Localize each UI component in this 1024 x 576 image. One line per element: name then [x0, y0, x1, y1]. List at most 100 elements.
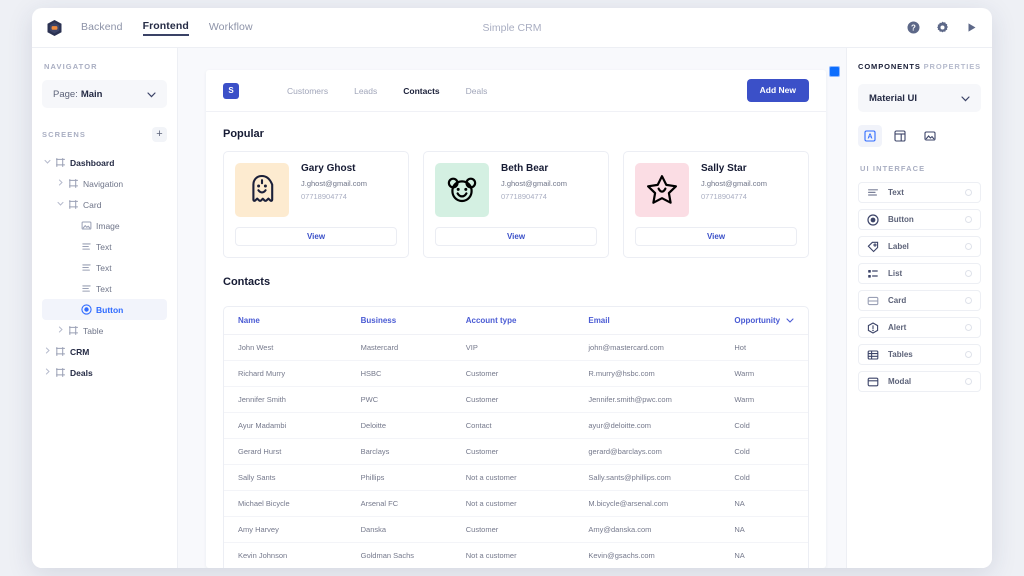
- disclosure-arrow-icon[interactable]: [55, 179, 66, 188]
- layer-item-image[interactable]: Image: [42, 215, 167, 236]
- star-icon: [635, 163, 689, 217]
- component-item-list[interactable]: List: [858, 263, 981, 284]
- disclosure-arrow-icon[interactable]: [42, 368, 53, 377]
- table-cell: Michael Bicycle: [224, 490, 347, 517]
- layer-item-navigation[interactable]: Navigation: [42, 173, 167, 194]
- disclosure-arrow-icon[interactable]: [55, 201, 66, 208]
- selection-handle[interactable]: [829, 66, 840, 77]
- component-item-label: Card: [888, 296, 907, 305]
- table-header-name[interactable]: Name: [224, 307, 347, 335]
- tab-components[interactable]: COMPONENTS: [858, 62, 921, 71]
- drag-handle-icon[interactable]: [965, 297, 972, 304]
- app-body: NAVIGATOR Page: Main SCREENS + Dashboard…: [32, 48, 992, 568]
- chevron-down-icon[interactable]: [786, 316, 794, 325]
- contacts-title: Contacts: [223, 276, 271, 288]
- table-cell: Sally.sants@phillips.com: [574, 464, 721, 491]
- popular-card[interactable]: Beth Bear J.ghost@gmail.com 07718904774 Vie…: [423, 151, 609, 258]
- view-button[interactable]: View: [235, 227, 397, 246]
- drag-handle-icon[interactable]: [965, 216, 972, 223]
- table-header-email[interactable]: Email: [574, 307, 721, 335]
- play-icon[interactable]: [965, 21, 978, 34]
- layer-item-button[interactable]: Button: [42, 299, 167, 320]
- layer-item-table[interactable]: Table: [42, 320, 167, 341]
- page-selector[interactable]: Page: Main: [42, 80, 167, 108]
- layer-item-crm[interactable]: CRM: [42, 341, 167, 362]
- top-nav-backend[interactable]: Backend: [81, 21, 123, 35]
- image-icon[interactable]: [918, 125, 942, 147]
- add-screen-button[interactable]: +: [152, 127, 167, 142]
- contacts-table-wrap: Name Business Account type Email Opportunity…: [223, 306, 809, 568]
- library-selector[interactable]: Material UI: [858, 84, 981, 112]
- add-new-button[interactable]: Add New: [746, 79, 809, 102]
- popular-card[interactable]: Gary Ghost J.ghost@gmail.com 07718904774 Vi…: [223, 151, 409, 258]
- tab-customers[interactable]: Customers: [287, 86, 328, 96]
- table-cell: Deloitte: [346, 412, 452, 439]
- panel-tabs: COMPONENTS PROPERTIES: [858, 62, 981, 71]
- view-button[interactable]: View: [635, 227, 797, 246]
- table-cell: Not a customer: [451, 490, 575, 517]
- drag-handle-icon[interactable]: [965, 378, 972, 385]
- component-item-modal[interactable]: Modal: [858, 371, 981, 392]
- table-row[interactable]: Kevin Johnson Goldman Sachs Not a customer…: [224, 542, 808, 568]
- table-row[interactable]: Ayur Madambi Deloitte Contact ayur@deloitte…: [224, 412, 808, 439]
- layer-item-text[interactable]: Text: [42, 257, 167, 278]
- component-item-label[interactable]: Label: [858, 236, 981, 257]
- table-row[interactable]: Richard Murry HSBC Customer R.murry@hsbc.co…: [224, 360, 808, 387]
- disclosure-arrow-icon[interactable]: [42, 347, 53, 356]
- tab-contacts[interactable]: Contacts: [403, 86, 439, 96]
- component-item-label: Text: [888, 188, 904, 197]
- frame-icon: [53, 367, 68, 378]
- component-icon[interactable]: A: [858, 125, 882, 147]
- table-row[interactable]: Michael Bicycle Arsenal FC Not a customer M…: [224, 490, 808, 517]
- layout-icon[interactable]: [888, 125, 912, 147]
- table-cell: Jennifer.smith@pwc.com: [574, 386, 721, 413]
- drag-handle-icon[interactable]: [965, 324, 972, 331]
- help-icon[interactable]: ?: [907, 21, 920, 34]
- table-header-business[interactable]: Business: [346, 307, 452, 335]
- layer-item-dashboard[interactable]: Dashboard: [42, 152, 167, 173]
- screens-header: SCREENS +: [42, 127, 167, 142]
- table-header-opportunity[interactable]: Opportunity: [720, 307, 808, 335]
- table-row[interactable]: Sally Sants Phillips Not a customer Sally.s…: [224, 464, 808, 491]
- contact-email: J.ghost@gmail.com: [701, 179, 767, 188]
- popular-card[interactable]: Sally Star J.ghost@gmail.com 07718904774 Vi…: [623, 151, 809, 258]
- tab-deals[interactable]: Deals: [466, 86, 488, 96]
- contact-email: J.ghost@gmail.com: [501, 179, 567, 188]
- chevron-down-icon: [961, 89, 970, 107]
- component-item-button[interactable]: Button: [858, 209, 981, 230]
- component-item-text[interactable]: Text: [858, 182, 981, 203]
- component-list: Text Button Label List Card Alert Tables Modal: [858, 182, 981, 392]
- drag-handle-icon[interactable]: [965, 270, 972, 277]
- table-row[interactable]: John West Mastercard VIP john@mastercard.co…: [224, 334, 808, 361]
- top-nav-frontend[interactable]: Frontend: [142, 20, 189, 36]
- drag-handle-icon[interactable]: [965, 243, 972, 250]
- drag-handle-icon[interactable]: [965, 189, 972, 196]
- table-cell: John West: [224, 334, 347, 361]
- component-item-alert[interactable]: Alert: [858, 317, 981, 338]
- table-header-account-type[interactable]: Account type: [451, 307, 575, 335]
- brand-badge: S: [223, 82, 239, 99]
- tab-properties[interactable]: PROPERTIES: [924, 62, 981, 71]
- table-row[interactable]: Jennifer Smith PWC Customer Jennifer.smith@…: [224, 386, 808, 413]
- component-item-card[interactable]: Card: [858, 290, 981, 311]
- gear-icon[interactable]: [936, 21, 949, 34]
- component-item-tables[interactable]: Tables: [858, 344, 981, 365]
- table-row[interactable]: Gerard Hurst Barclays Customer gerard@barcl…: [224, 438, 808, 465]
- top-nav: Backend Frontend Workflow: [81, 20, 253, 36]
- view-button[interactable]: View: [435, 227, 597, 246]
- layer-item-deals[interactable]: Deals: [42, 362, 167, 383]
- components-panel: COMPONENTS PROPERTIES Material UI A UI I…: [846, 48, 992, 568]
- table-cell: Hot: [720, 334, 808, 361]
- drag-handle-icon[interactable]: [965, 351, 972, 358]
- disclosure-arrow-icon[interactable]: [55, 326, 66, 335]
- layer-item-card[interactable]: Card: [42, 194, 167, 215]
- table-cell: ayur@deloitte.com: [574, 412, 721, 439]
- table-row[interactable]: Amy Harvey Danska Customer Amy@danska.com NA: [224, 516, 808, 543]
- library-selector-value: Material UI: [869, 92, 918, 104]
- layer-item-text[interactable]: Text: [42, 278, 167, 299]
- layer-item-label: Deals: [70, 367, 93, 378]
- layer-item-text[interactable]: Text: [42, 236, 167, 257]
- top-nav-workflow[interactable]: Workflow: [209, 21, 253, 35]
- tab-leads[interactable]: Leads: [354, 86, 377, 96]
- disclosure-arrow-icon[interactable]: [42, 159, 53, 166]
